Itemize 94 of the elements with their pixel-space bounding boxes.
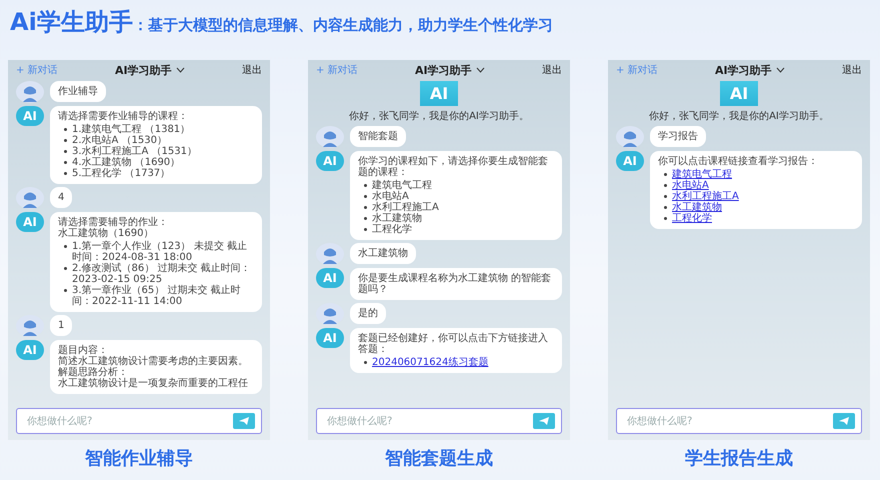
list-item: 2.修改测试（86） 过期未交 截止时间：2023-02-15 09:25 [72,263,252,285]
message-text: 套题已经创建好，你可以点击下方链接进入答题： [358,333,549,355]
logout-button[interactable]: 退出 [242,63,262,77]
list-item: 1.建筑电气工程 （1381） [72,124,190,135]
list-item: 3.水利工程施工A （1531） [72,146,198,157]
logout-button[interactable]: 退出 [842,63,862,77]
bullet-icon [364,228,367,231]
message-text: 题目内容： [58,345,108,356]
chat-title: AI学习助手 [414,62,472,78]
bullet-icon [64,267,67,270]
ai-avatar: AI [316,268,344,288]
bullet-icon [64,128,67,131]
ai-logo: AI [420,81,458,106]
bullet-icon [664,184,667,187]
paper-plane-icon [538,416,550,426]
chevron-down-icon[interactable] [776,67,785,73]
course-link[interactable]: 水电站A [672,180,709,191]
user-avatar-icon [316,303,344,325]
message-text: 你是要生成课程名称为水工建筑物 的智能套题吗？ [358,273,552,295]
list-item: 5.工程化学 （1737） [72,168,170,179]
ai-avatar: AI [16,106,44,126]
chevron-down-icon[interactable] [176,67,185,73]
bullet-icon [64,161,67,164]
list-item: 水工建筑物 [372,213,422,224]
list-item: 2.水电站A （1530） [72,135,168,146]
message-text: 解题思路分析： [58,367,129,378]
message-text: 作业辅导 [58,86,98,97]
bullet-icon [664,217,667,220]
logout-button[interactable]: 退出 [542,63,562,77]
message-text: 4 [58,192,64,203]
message-text: 你可以点击课程链接查看学习报告： [658,156,819,167]
course-link[interactable]: 水工建筑物 [672,202,722,213]
user-avatar-icon [616,126,644,148]
course-link[interactable]: 工程化学 [672,213,712,224]
bullet-icon [64,150,67,153]
greeting-text: 你好，张飞同学，我是你的AI学习助手。 [349,110,529,123]
chat-title: AI学习助手 [114,62,172,78]
user-avatar-icon [16,315,44,337]
list-item: 4.水工建筑物 （1690） [72,157,180,168]
input-placeholder: 你想做什么呢? [627,414,692,428]
input-placeholder: 你想做什么呢? [327,414,392,428]
message-text: 是的 [358,308,378,319]
list-item: 建筑电气工程 [372,180,432,191]
chat-title: AI学习助手 [714,62,772,78]
list-item: 工程化学 [372,224,412,235]
ai-avatar: AI [316,328,344,348]
ai-avatar: AI [316,151,344,171]
ai-avatar: AI [16,340,44,360]
bullet-icon [364,195,367,198]
message-text: 学习报告 [658,131,698,142]
bullet-icon [664,206,667,209]
message-text: 简述水工建筑物设计需要考虑的主要因素。 [58,356,249,367]
bullet-icon [64,172,67,175]
list-item: 3.第一章作业（65） 过期未交 截止时间：2022-11-11 14:00 [72,285,242,307]
list-item: 1.第一章个人作业（123） 未提交 截止时间：2024-08-31 18:00 [72,241,248,263]
bullet-icon [664,173,667,176]
bullet-icon [64,289,67,292]
course-link[interactable]: 水利工程施工A [672,191,739,202]
chevron-down-icon[interactable] [476,67,485,73]
ai-avatar: AI [616,151,644,171]
input-placeholder: 你想做什么呢? [27,414,92,428]
user-avatar-icon [316,243,344,265]
user-avatar-icon [16,81,44,103]
feature-caption: 学生报告生成 [685,447,793,470]
bullet-icon [64,245,67,248]
bullet-icon [364,184,367,187]
bullet-icon [64,139,67,142]
user-avatar-icon [16,187,44,209]
feature-caption: 智能套题生成 [385,447,493,470]
course-link[interactable]: 202406071624练习套题 [372,357,488,368]
bullet-icon [364,217,367,220]
bullet-icon [664,195,667,198]
page-subtitle: ：基于大模型的信息理解、内容生成能力，助力学生个性化学习 [132,16,553,35]
message-text: 1 [58,320,64,331]
message-text: 水工建筑物（1690） [58,228,154,239]
message-text: 水工建筑物设计是一项复杂而重要的工程任 [58,378,249,389]
user-avatar-icon [316,126,344,148]
ai-logo: AI [720,81,758,106]
message-text: 请选择需要作业辅导的课程： [58,111,189,122]
paper-plane-icon [838,416,850,426]
bullet-icon [364,361,367,364]
page-title: Ai学生助手 [10,7,133,38]
feature-caption: 智能作业辅导 [85,447,193,470]
message-text: 智能套题 [358,131,398,142]
list-item: 水利工程施工A [372,202,439,213]
course-link[interactable]: 建筑电气工程 [672,169,732,180]
paper-plane-icon [238,416,250,426]
message-text: 水工建筑物 [358,248,408,259]
message-text: 请选择需要辅导的作业： [58,217,169,228]
ai-avatar: AI [16,212,44,232]
greeting-text: 你好，张飞同学，我是你的AI学习助手。 [649,110,829,123]
message-text: 你学习的课程如下，请选择你要生成智能套题的课程： [358,156,549,178]
list-item: 水电站A [372,191,409,202]
bullet-icon [364,206,367,209]
